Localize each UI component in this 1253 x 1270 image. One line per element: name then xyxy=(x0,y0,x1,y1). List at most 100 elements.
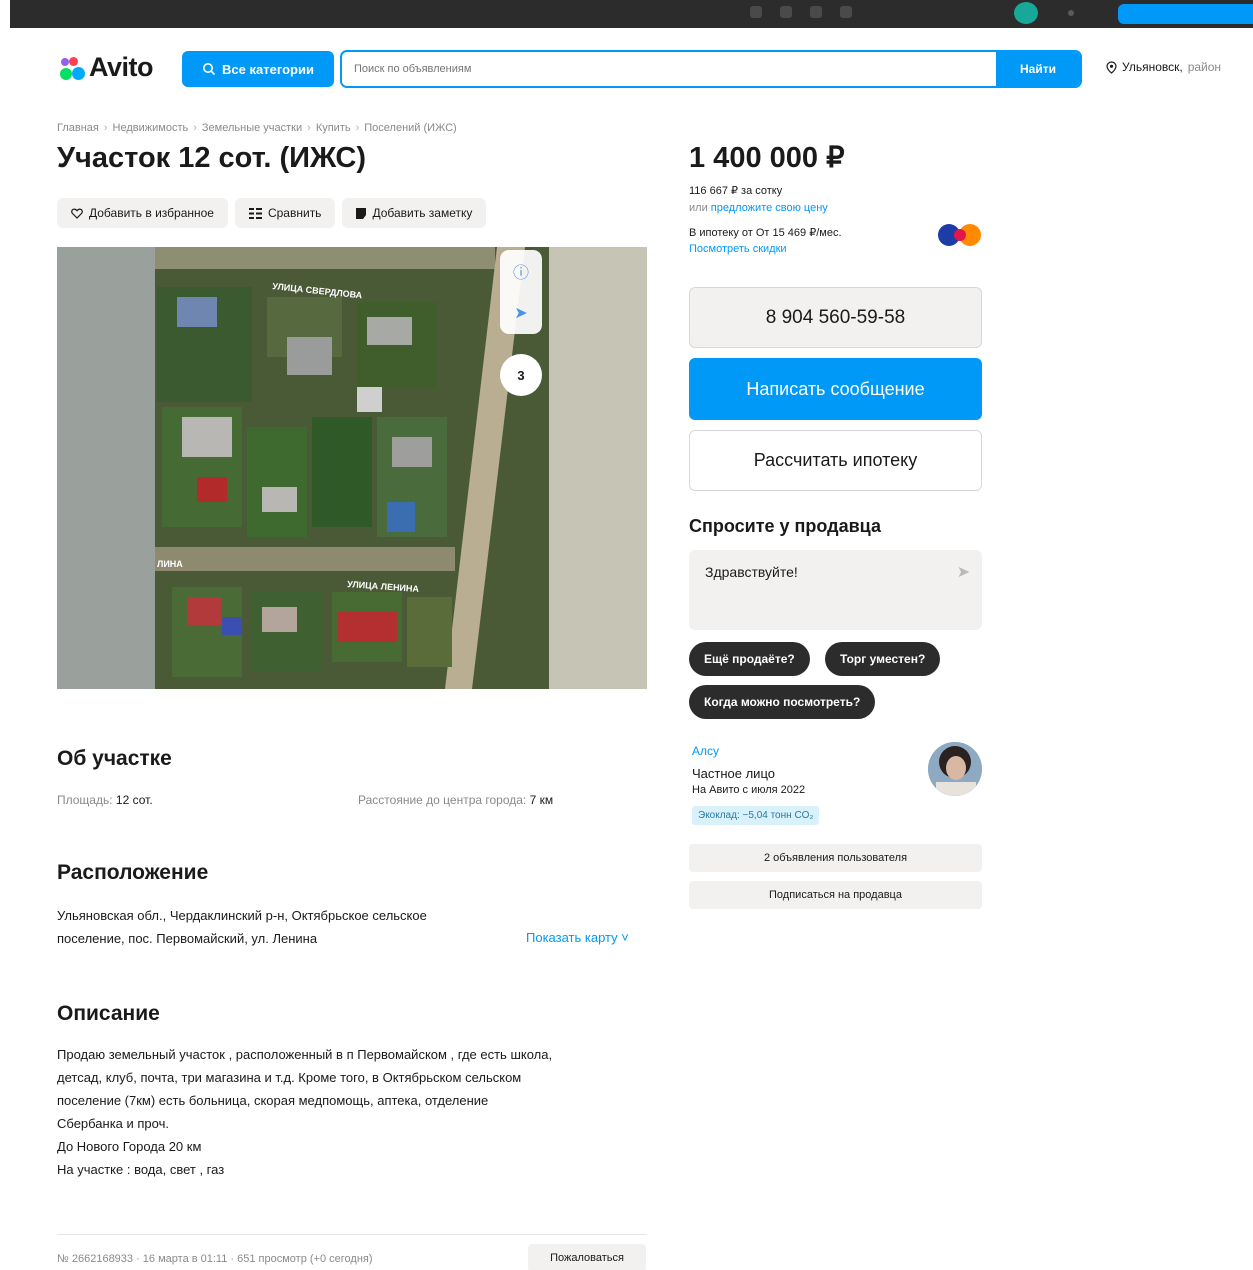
bank-logo-icon xyxy=(938,224,981,246)
show-map-label: Показать карту xyxy=(526,930,618,945)
location-pin-icon xyxy=(1106,60,1117,74)
ask-seller-input[interactable]: Здравствуйте! ➤ xyxy=(689,550,982,630)
top-nav-icons xyxy=(750,6,852,18)
seller-photo xyxy=(928,742,982,796)
description-title: Описание xyxy=(57,1002,160,1025)
ask-seller-message: Здравствуйте! xyxy=(705,564,798,580)
seller-name-link[interactable]: Алсу xyxy=(692,744,719,758)
street-label-left: ЛИНА xyxy=(157,559,183,569)
note-icon xyxy=(356,207,367,219)
quick-reply-viewing[interactable]: Когда можно посмотреть? xyxy=(689,685,876,719)
breadcrumb-realty[interactable]: Недвижимость xyxy=(113,122,189,134)
add-note-label: Добавить заметку xyxy=(372,206,473,220)
distance-param: Расстояние до центра города: 7 км xyxy=(358,793,553,807)
breadcrumb-buy[interactable]: Купить xyxy=(316,122,351,134)
breadcrumb-separator: › xyxy=(103,122,108,134)
notifications-icon[interactable] xyxy=(780,6,792,18)
add-to-favorites-label: Добавить в избранное xyxy=(89,206,214,220)
quick-reply-still-selling[interactable]: Ещё продаёте? xyxy=(689,642,810,676)
description-line: детсад, клуб, почта, три магазина и т.д.… xyxy=(57,1070,522,1085)
compare-icon xyxy=(248,207,262,219)
more-icon[interactable] xyxy=(1068,10,1074,16)
top-nav-bar xyxy=(10,0,1253,28)
heart-icon xyxy=(71,208,83,219)
chevron-down-icon: ˅ xyxy=(621,930,629,945)
satellite-image: УЛИЦА СВЕРДЛОВА ЛИНА УЛИЦА ЛЕНИНА xyxy=(57,247,647,689)
view-discounts-link[interactable]: Посмотреть скидки xyxy=(689,243,787,255)
logo-text: Avito xyxy=(89,52,154,82)
navigate-icon[interactable]: ➤ xyxy=(500,292,542,334)
seller-avatar[interactable] xyxy=(928,742,982,796)
area-param: Площадь: 12 сот. xyxy=(57,793,153,807)
show-phone-button[interactable]: 8 904 560-59-58 xyxy=(689,287,982,348)
mortgage-info: В ипотеку от От 15 469 ₽/мес. xyxy=(689,227,842,239)
divider xyxy=(57,1234,647,1235)
send-icon[interactable]: ➤ xyxy=(957,562,970,582)
offer-price-link[interactable]: предложите свою цену xyxy=(711,202,828,214)
page-title: Участок 12 сот. (ИЖС) xyxy=(57,142,367,174)
logo-dots-icon xyxy=(58,54,86,82)
calculate-mortgage-button[interactable]: Рассчитать ипотеку xyxy=(689,430,982,491)
breadcrumb-izhs[interactable]: Поселений (ИЖС) xyxy=(364,122,456,134)
description-text: Продаю земельный участок , расположенный… xyxy=(57,1043,647,1181)
seller-type: Частное лицо xyxy=(692,766,775,781)
listing-actions: Добавить в избранное Сравнить Добавить з… xyxy=(57,198,487,228)
write-message-button[interactable]: Написать сообщение xyxy=(689,358,982,420)
description-line: поселение (7км) есть больница, скорая ме… xyxy=(57,1093,489,1108)
location-title: Расположение xyxy=(57,861,209,884)
search-bar: Найти xyxy=(340,50,1082,88)
seller-since: На Авито с июля 2022 xyxy=(692,784,806,796)
breadcrumb-separator: › xyxy=(193,122,197,134)
search-button[interactable]: Найти xyxy=(996,52,1080,86)
description-line: Сбербанка и проч. xyxy=(57,1116,169,1131)
location-city: Ульяновск, xyxy=(1122,60,1183,74)
price-per-unit: 116 667 ₽ за сотку xyxy=(689,185,783,197)
eco-badge[interactable]: Экоклад: −5,04 тонн CO₂ xyxy=(692,806,820,825)
report-button[interactable]: Пожаловаться xyxy=(528,1244,646,1270)
price: 1 400 000 ₽ xyxy=(689,142,845,174)
area-label: Площадь: xyxy=(57,793,113,807)
ask-seller-title: Спросите у продавца xyxy=(689,516,881,536)
search-icon xyxy=(203,63,216,76)
messages-icon[interactable] xyxy=(810,6,822,18)
about-title: Об участке xyxy=(57,747,172,770)
favorites-icon[interactable] xyxy=(750,6,762,18)
address-line: поселение, пос. Первомайский, ул. Ленина xyxy=(57,931,318,946)
location-region: район xyxy=(1187,60,1222,74)
breadcrumb-land[interactable]: Земельные участки xyxy=(202,122,302,134)
info-icon[interactable]: ⓘ xyxy=(500,250,542,292)
listing-meta: № 2662168933 · 16 марта в 01:11 · 651 пр… xyxy=(57,1253,373,1265)
all-categories-button[interactable]: Все категории xyxy=(182,51,334,87)
avito-logo[interactable]: Avito xyxy=(58,52,154,83)
breadcrumb-separator: › xyxy=(307,122,311,134)
location-selector[interactable]: Ульяновск, район xyxy=(1106,60,1221,74)
breadcrumb-home[interactable]: Главная xyxy=(57,122,99,134)
add-note-button[interactable]: Добавить заметку xyxy=(342,198,487,228)
price-offer: или предложите свою цену xyxy=(689,202,828,214)
map-controls: ⓘ ➤ xyxy=(500,250,542,334)
address: Ульяновская обл., Чердаклинский р-н, Окт… xyxy=(57,904,527,950)
distance-label: Расстояние до центра города: xyxy=(358,793,527,807)
description-line: Продаю земельный участок , расположенный… xyxy=(57,1047,553,1062)
all-categories-label: Все категории xyxy=(222,61,314,77)
distance-value: 7 км xyxy=(529,793,554,807)
seller-listings-button[interactable]: 2 объявления пользователя xyxy=(689,844,982,872)
address-line: Ульяновская обл., Чердаклинский р-н, Окт… xyxy=(57,908,427,923)
listing-photo[interactable]: УЛИЦА СВЕРДЛОВА ЛИНА УЛИЦА ЛЕНИНА xyxy=(57,247,647,689)
show-map-link[interactable]: Показать карту ˅ xyxy=(526,930,629,945)
subscribe-seller-button[interactable]: Подписаться на продавца xyxy=(689,881,982,909)
area-value: 12 сот. xyxy=(115,793,153,807)
price-offer-prefix: или xyxy=(689,202,708,214)
description-line: На участке : вода, свет , газ xyxy=(57,1162,225,1177)
quick-reply-bargain[interactable]: Торг уместен? xyxy=(825,642,941,676)
compare-button[interactable]: Сравнить xyxy=(234,198,336,228)
user-avatar[interactable] xyxy=(1014,2,1038,24)
add-to-favorites-button[interactable]: Добавить в избранное xyxy=(57,198,228,228)
breadcrumb: Главная › Недвижимость › Земельные участки… xyxy=(57,122,457,134)
search-input[interactable] xyxy=(342,52,996,86)
post-ad-button[interactable] xyxy=(1118,4,1253,24)
breadcrumb-separator: › xyxy=(355,122,360,134)
compare-label: Сравнить xyxy=(267,206,322,220)
cart-icon[interactable] xyxy=(840,6,852,18)
zoom-control[interactable]: 3 xyxy=(500,354,542,396)
